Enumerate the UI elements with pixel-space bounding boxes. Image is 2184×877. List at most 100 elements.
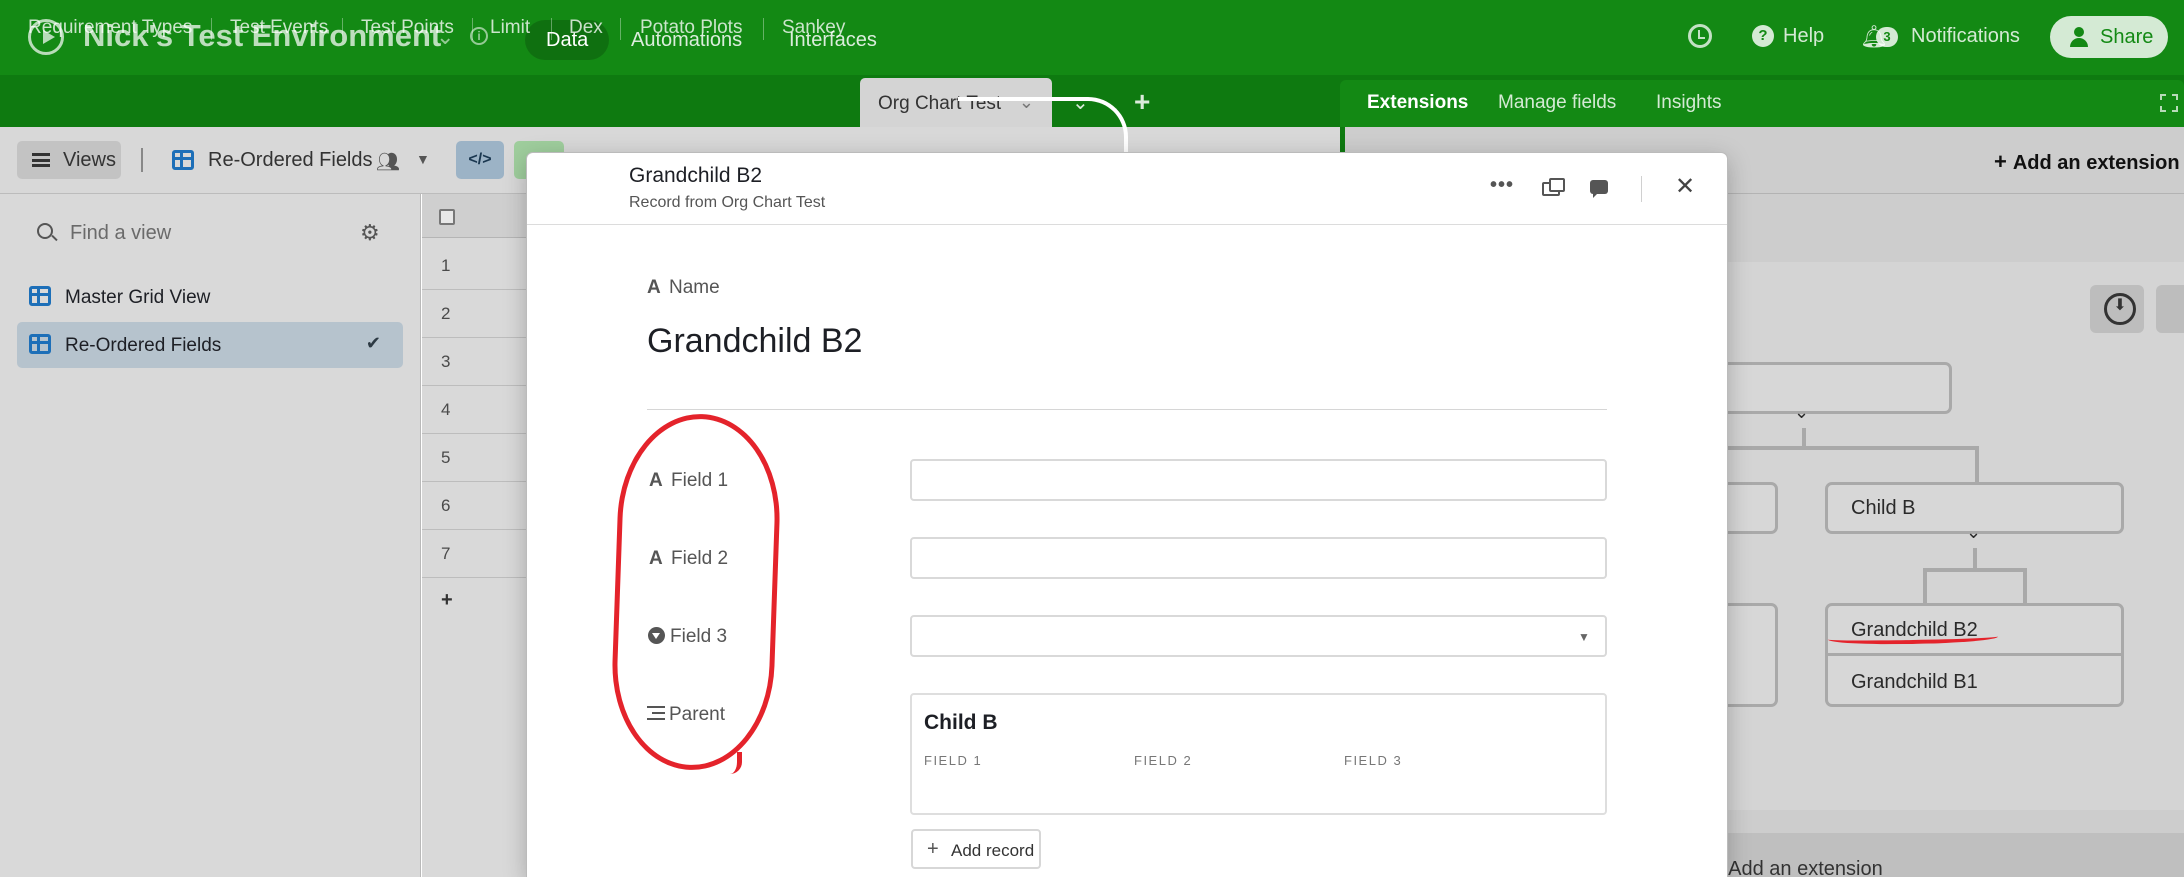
org-connector [1923, 568, 1927, 604]
row-number[interactable]: 5 [422, 434, 532, 482]
grid-view-icon [29, 334, 51, 354]
code-icon[interactable]: </> [456, 141, 504, 179]
current-view-name[interactable]: Re-Ordered Fields [208, 149, 373, 172]
hamburger-icon [32, 153, 50, 167]
plus-icon: + [927, 838, 939, 860]
select-caret-icon[interactable]: ▼ [1578, 630, 1590, 644]
tab-extensions[interactable]: Extensions [1367, 92, 1468, 114]
more-options-icon[interactable]: ••• [1490, 174, 1514, 197]
field-2-input[interactable] [910, 537, 1607, 579]
org-connector [1802, 428, 1806, 448]
download-icon[interactable] [2090, 285, 2144, 333]
plus-icon: + [1994, 149, 2007, 174]
grid-view-icon [172, 150, 194, 170]
add-extension-footer-label: Add an extension [1728, 858, 1883, 877]
sidebar-item-label: Master Grid View [65, 287, 211, 308]
table-tab-test-events[interactable]: Test Events [230, 17, 328, 39]
chevron-down-icon[interactable]: ⌄ [1794, 402, 1809, 423]
checkmark-icon: ✔ [365, 333, 381, 353]
org-connector [1975, 446, 1979, 484]
row-number[interactable]: 7 [422, 530, 532, 578]
tab-divider [342, 18, 343, 40]
gear-icon[interactable]: ⚙ [360, 220, 380, 246]
tab-divider [620, 18, 621, 40]
text-field-icon: A [647, 277, 661, 298]
add-extension-footer-link[interactable]: + Add an extension [1712, 858, 1883, 877]
tab-insights[interactable]: Insights [1656, 92, 1721, 114]
toolbar-divider [141, 148, 143, 172]
table-tab-sankey[interactable]: Sankey [782, 17, 845, 39]
row-number[interactable]: 2 [422, 290, 532, 338]
add-row-icon[interactable]: + [441, 589, 453, 612]
linked-record-card[interactable] [910, 693, 1607, 815]
org-node-child-b-label: Child B [1851, 497, 1916, 519]
org-chart-canvas [1726, 262, 2184, 810]
linked-record-title: Child B [924, 711, 998, 734]
close-icon[interactable]: ✕ [1675, 172, 1695, 201]
view-menu-caret-icon[interactable]: ▼ [416, 151, 430, 167]
views-label: Views [63, 149, 116, 171]
sidebar-item-master-grid-view[interactable]: Master Grid View [17, 274, 403, 320]
field-3-select[interactable] [910, 615, 1607, 657]
search-icon [37, 223, 53, 239]
table-tab-potato-plots[interactable]: Potato Plots [640, 17, 742, 39]
add-record-button[interactable]: + Add record [911, 829, 1041, 869]
sidebar-item-re-ordered-fields[interactable]: Re-Ordered Fields ✔ [17, 322, 403, 368]
name-divider [647, 409, 1607, 410]
tab-divider [763, 18, 764, 40]
tab-divider [472, 18, 473, 40]
comment-icon[interactable] [1590, 180, 1608, 198]
org-connector [2023, 568, 2027, 604]
row-number[interactable]: 1 [422, 242, 532, 290]
notifications-badge: 3 [1876, 27, 1898, 47]
name-field-label: A Name [647, 277, 720, 299]
add-extension-label: Add an extension [2012, 152, 2180, 174]
share-button[interactable]: Share [2050, 16, 2168, 58]
linked-field-label: FIELD 2 [1134, 753, 1193, 768]
collaborative-view-icon: 👥︎ [376, 152, 401, 173]
org-connector [1700, 446, 1979, 450]
share-label: Share [2100, 26, 2154, 48]
row-number[interactable]: 3 [422, 338, 532, 386]
org-node-divider [1828, 653, 2121, 656]
table-tab-limit[interactable]: Limit [490, 17, 530, 39]
red-circle-annotation [608, 411, 784, 773]
expand-record-icon[interactable] [1542, 178, 1565, 196]
row-number[interactable]: 4 [422, 386, 532, 434]
views-button[interactable]: Views [17, 141, 121, 179]
table-tab-requirement-types[interactable]: Requirement Types [28, 17, 192, 39]
tab-divider [211, 18, 212, 40]
grid-view-icon [29, 286, 51, 306]
table-tab-test-points[interactable]: Test Points [361, 17, 454, 39]
org-node-grandchild-b1[interactable]: Grandchild B1 [1851, 671, 1978, 694]
white-curve-annotation [958, 97, 1128, 157]
name-label: Name [669, 277, 720, 298]
tab-manage-fields[interactable]: Manage fields [1498, 92, 1616, 114]
notifications-link[interactable]: Notifications [1911, 25, 2020, 48]
header-divider [1641, 176, 1642, 202]
linked-field-label: FIELD 3 [1344, 753, 1403, 768]
add-record-label: Add record [951, 841, 1035, 860]
org-connector [1923, 568, 2027, 572]
share-people-icon [2070, 27, 2090, 47]
expand-icon[interactable] [2160, 94, 2178, 112]
row-number[interactable]: 6 [422, 482, 532, 530]
search-icon[interactable] [2156, 285, 2184, 333]
record-subtitle: Record from Org Chart Test [629, 194, 826, 211]
select-all-checkbox[interactable] [439, 209, 455, 225]
record-title: Grandchild B2 [629, 164, 763, 187]
find-view-input[interactable]: Find a view [70, 222, 171, 245]
add-extension-button[interactable]: + Add an extension [1994, 149, 2180, 175]
chevron-down-icon[interactable]: ⌄ [1966, 522, 1981, 543]
help-icon[interactable]: ? [1752, 25, 1774, 47]
tab-divider [551, 18, 552, 40]
name-field-value[interactable]: Grandchild B2 [647, 322, 862, 361]
field-1-input[interactable] [910, 459, 1607, 501]
linked-field-label: FIELD 1 [924, 753, 983, 768]
help-link[interactable]: Help [1783, 25, 1824, 48]
sidebar-item-label: Re-Ordered Fields [65, 335, 222, 356]
org-connector [1973, 548, 1977, 570]
add-table-icon[interactable]: + [1134, 86, 1150, 118]
table-tab-dex[interactable]: Dex [569, 17, 603, 39]
history-icon[interactable] [1688, 24, 1712, 48]
